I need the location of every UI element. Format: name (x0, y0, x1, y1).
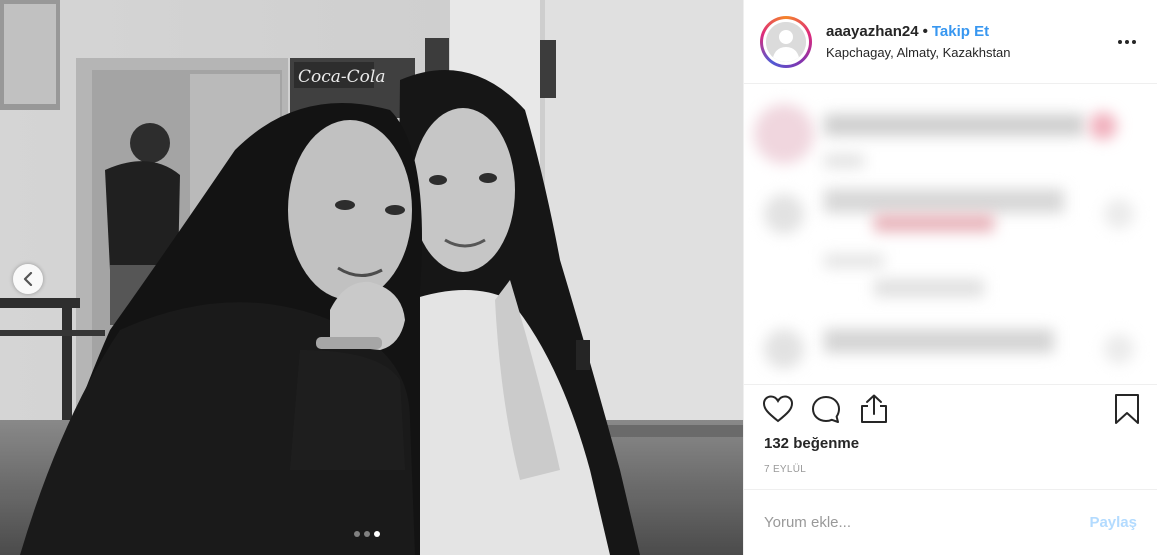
chevron-left-icon (23, 272, 33, 286)
post-header: aaayazhan24 • Takip Et Kapchagay, Almaty, … (744, 0, 1157, 84)
carousel-dot (354, 531, 360, 537)
header-user-row: aaayazhan24 • Takip Et (826, 22, 1113, 42)
location-link[interactable]: Kapchagay, Almaty, Kazakhstan (826, 44, 1113, 62)
header-meta: aaayazhan24 • Takip Et Kapchagay, Almaty, … (826, 22, 1113, 62)
share-icon (861, 394, 887, 423)
more-options-button[interactable] (1113, 32, 1141, 52)
likes-count[interactable]: 132 beğenme (744, 432, 1157, 456)
username-link[interactable]: aaayazhan24 (826, 23, 919, 40)
comments-area-blurred (744, 84, 1157, 384)
follow-button[interactable]: Takip Et (932, 23, 989, 40)
comment-input[interactable] (764, 514, 1090, 531)
post-date[interactable]: 7 EYLÜL (744, 456, 1157, 490)
carousel-dot-active (374, 531, 380, 537)
action-bar (744, 384, 1157, 432)
comment-button[interactable] (810, 392, 848, 426)
default-avatar-icon (766, 21, 806, 62)
heart-icon (762, 394, 794, 422)
like-button[interactable] (762, 392, 800, 426)
separator: • (922, 22, 928, 40)
avatar (766, 21, 806, 62)
carousel-prev-button[interactable] (13, 264, 43, 294)
carousel-indicator (354, 531, 380, 537)
post-modal: Coca-Cola aaayazhan24 • Takip Et Kapchag… (0, 0, 1157, 555)
carousel-dot (364, 531, 370, 537)
story-ring[interactable] (760, 15, 812, 68)
bookmark-icon (1115, 393, 1139, 424)
comment-form: Paylaş (744, 489, 1157, 555)
share-button[interactable] (858, 392, 896, 426)
post-details-pane: aaayazhan24 • Takip Et Kapchagay, Almaty, … (743, 0, 1157, 555)
comment-icon (812, 395, 840, 423)
post-photo[interactable]: Coca-Cola (0, 0, 743, 555)
save-button[interactable] (1113, 392, 1141, 426)
more-horizontal-icon (1118, 39, 1136, 44)
photo-image: Coca-Cola (0, 0, 743, 555)
post-comment-button[interactable]: Paylaş (1089, 514, 1137, 531)
